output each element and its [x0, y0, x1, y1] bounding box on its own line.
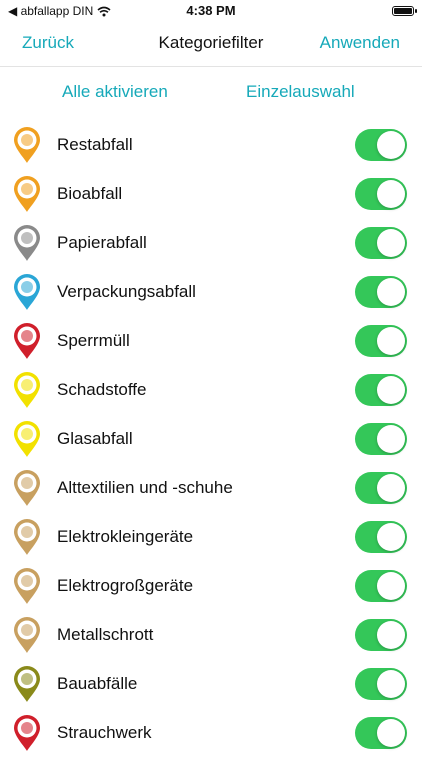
textile-icon [14, 470, 40, 506]
category-toggle[interactable] [355, 717, 407, 749]
toggle-knob [377, 278, 405, 306]
category-label: Elektrogroßgeräte [57, 576, 194, 595]
category-toggle[interactable] [355, 521, 407, 553]
list-item: Papierabfall [0, 218, 422, 267]
list-item: Glasabfall [0, 414, 422, 463]
category-label: Sperrmüll [57, 331, 130, 350]
hazard-icon [14, 372, 40, 408]
toggle-knob [377, 719, 405, 747]
truck-icon [14, 323, 40, 359]
category-label: Restabfall [57, 135, 133, 154]
category-toggle[interactable] [355, 129, 407, 161]
glass-icon [14, 421, 40, 457]
electronics-icon [14, 519, 40, 555]
battery-icon [392, 6, 417, 16]
apply-button[interactable]: Anwenden [320, 33, 400, 53]
toggle-knob [377, 621, 405, 649]
toggle-knob [377, 229, 405, 257]
category-toggle[interactable] [355, 472, 407, 504]
category-label: Bioabfall [57, 184, 123, 203]
category-label: Verpackungsabfall [57, 282, 196, 301]
toggle-knob [377, 376, 405, 404]
category-label: Glasabfall [57, 429, 133, 448]
list-item: Metallschrott [0, 610, 422, 659]
package-icon [14, 274, 40, 310]
list-item: Bauabfälle [0, 659, 422, 708]
toggle-knob [377, 327, 405, 355]
category-toggle[interactable] [355, 325, 407, 357]
category-list: Restabfall Bioabfall Papierabfall Verpackun… [0, 120, 422, 757]
construction-icon [14, 666, 40, 702]
truck-icon [14, 715, 40, 751]
appliance-icon [14, 568, 40, 604]
category-label: Strauchwerk [57, 723, 152, 742]
list-item: Sperrmüll [0, 316, 422, 365]
toggle-knob [377, 131, 405, 159]
category-toggle[interactable] [355, 227, 407, 259]
activate-all-button[interactable]: Alle aktivieren [62, 82, 168, 102]
status-bar: ◀ abfallapp DIN 4:38 PM [0, 0, 422, 22]
category-label: Papierabfall [57, 233, 147, 252]
list-item: Restabfall [0, 120, 422, 169]
category-toggle[interactable] [355, 570, 407, 602]
category-label: Metallschrott [57, 625, 154, 644]
category-toggle[interactable] [355, 276, 407, 308]
question-icon [14, 176, 40, 212]
category-toggle[interactable] [355, 619, 407, 651]
category-label: Bauabfälle [57, 674, 138, 693]
list-item: Bioabfall [0, 169, 422, 218]
single-select-button[interactable]: Einzelauswahl [246, 82, 355, 102]
category-label: Alttextilien und -schuhe [57, 478, 233, 497]
paper-icon [14, 225, 40, 261]
category-label: Schadstoffe [57, 380, 147, 399]
category-toggle[interactable] [355, 423, 407, 455]
list-item: Verpackungsabfall [0, 267, 422, 316]
status-time: 4:38 PM [186, 3, 236, 18]
question-icon [14, 127, 40, 163]
category-toggle[interactable] [355, 374, 407, 406]
toggle-knob [377, 670, 405, 698]
toggle-knob [377, 474, 405, 502]
list-item: Elektrogroßgeräte [0, 561, 422, 610]
category-toggle[interactable] [355, 668, 407, 700]
toggle-knob [377, 180, 405, 208]
toggle-knob [377, 523, 405, 551]
category-label: Elektrokleingeräte [57, 527, 194, 546]
toggle-knob [377, 572, 405, 600]
toggle-knob [377, 425, 405, 453]
nav-bar: Zurück Kategoriefilter Anwenden [0, 22, 422, 67]
metal-icon [14, 617, 40, 653]
category-toggle[interactable] [355, 178, 407, 210]
list-item: Elektrokleingeräte [0, 512, 422, 561]
list-item: Alttextilien und -schuhe [0, 463, 422, 512]
list-item: Schadstoffe [0, 365, 422, 414]
